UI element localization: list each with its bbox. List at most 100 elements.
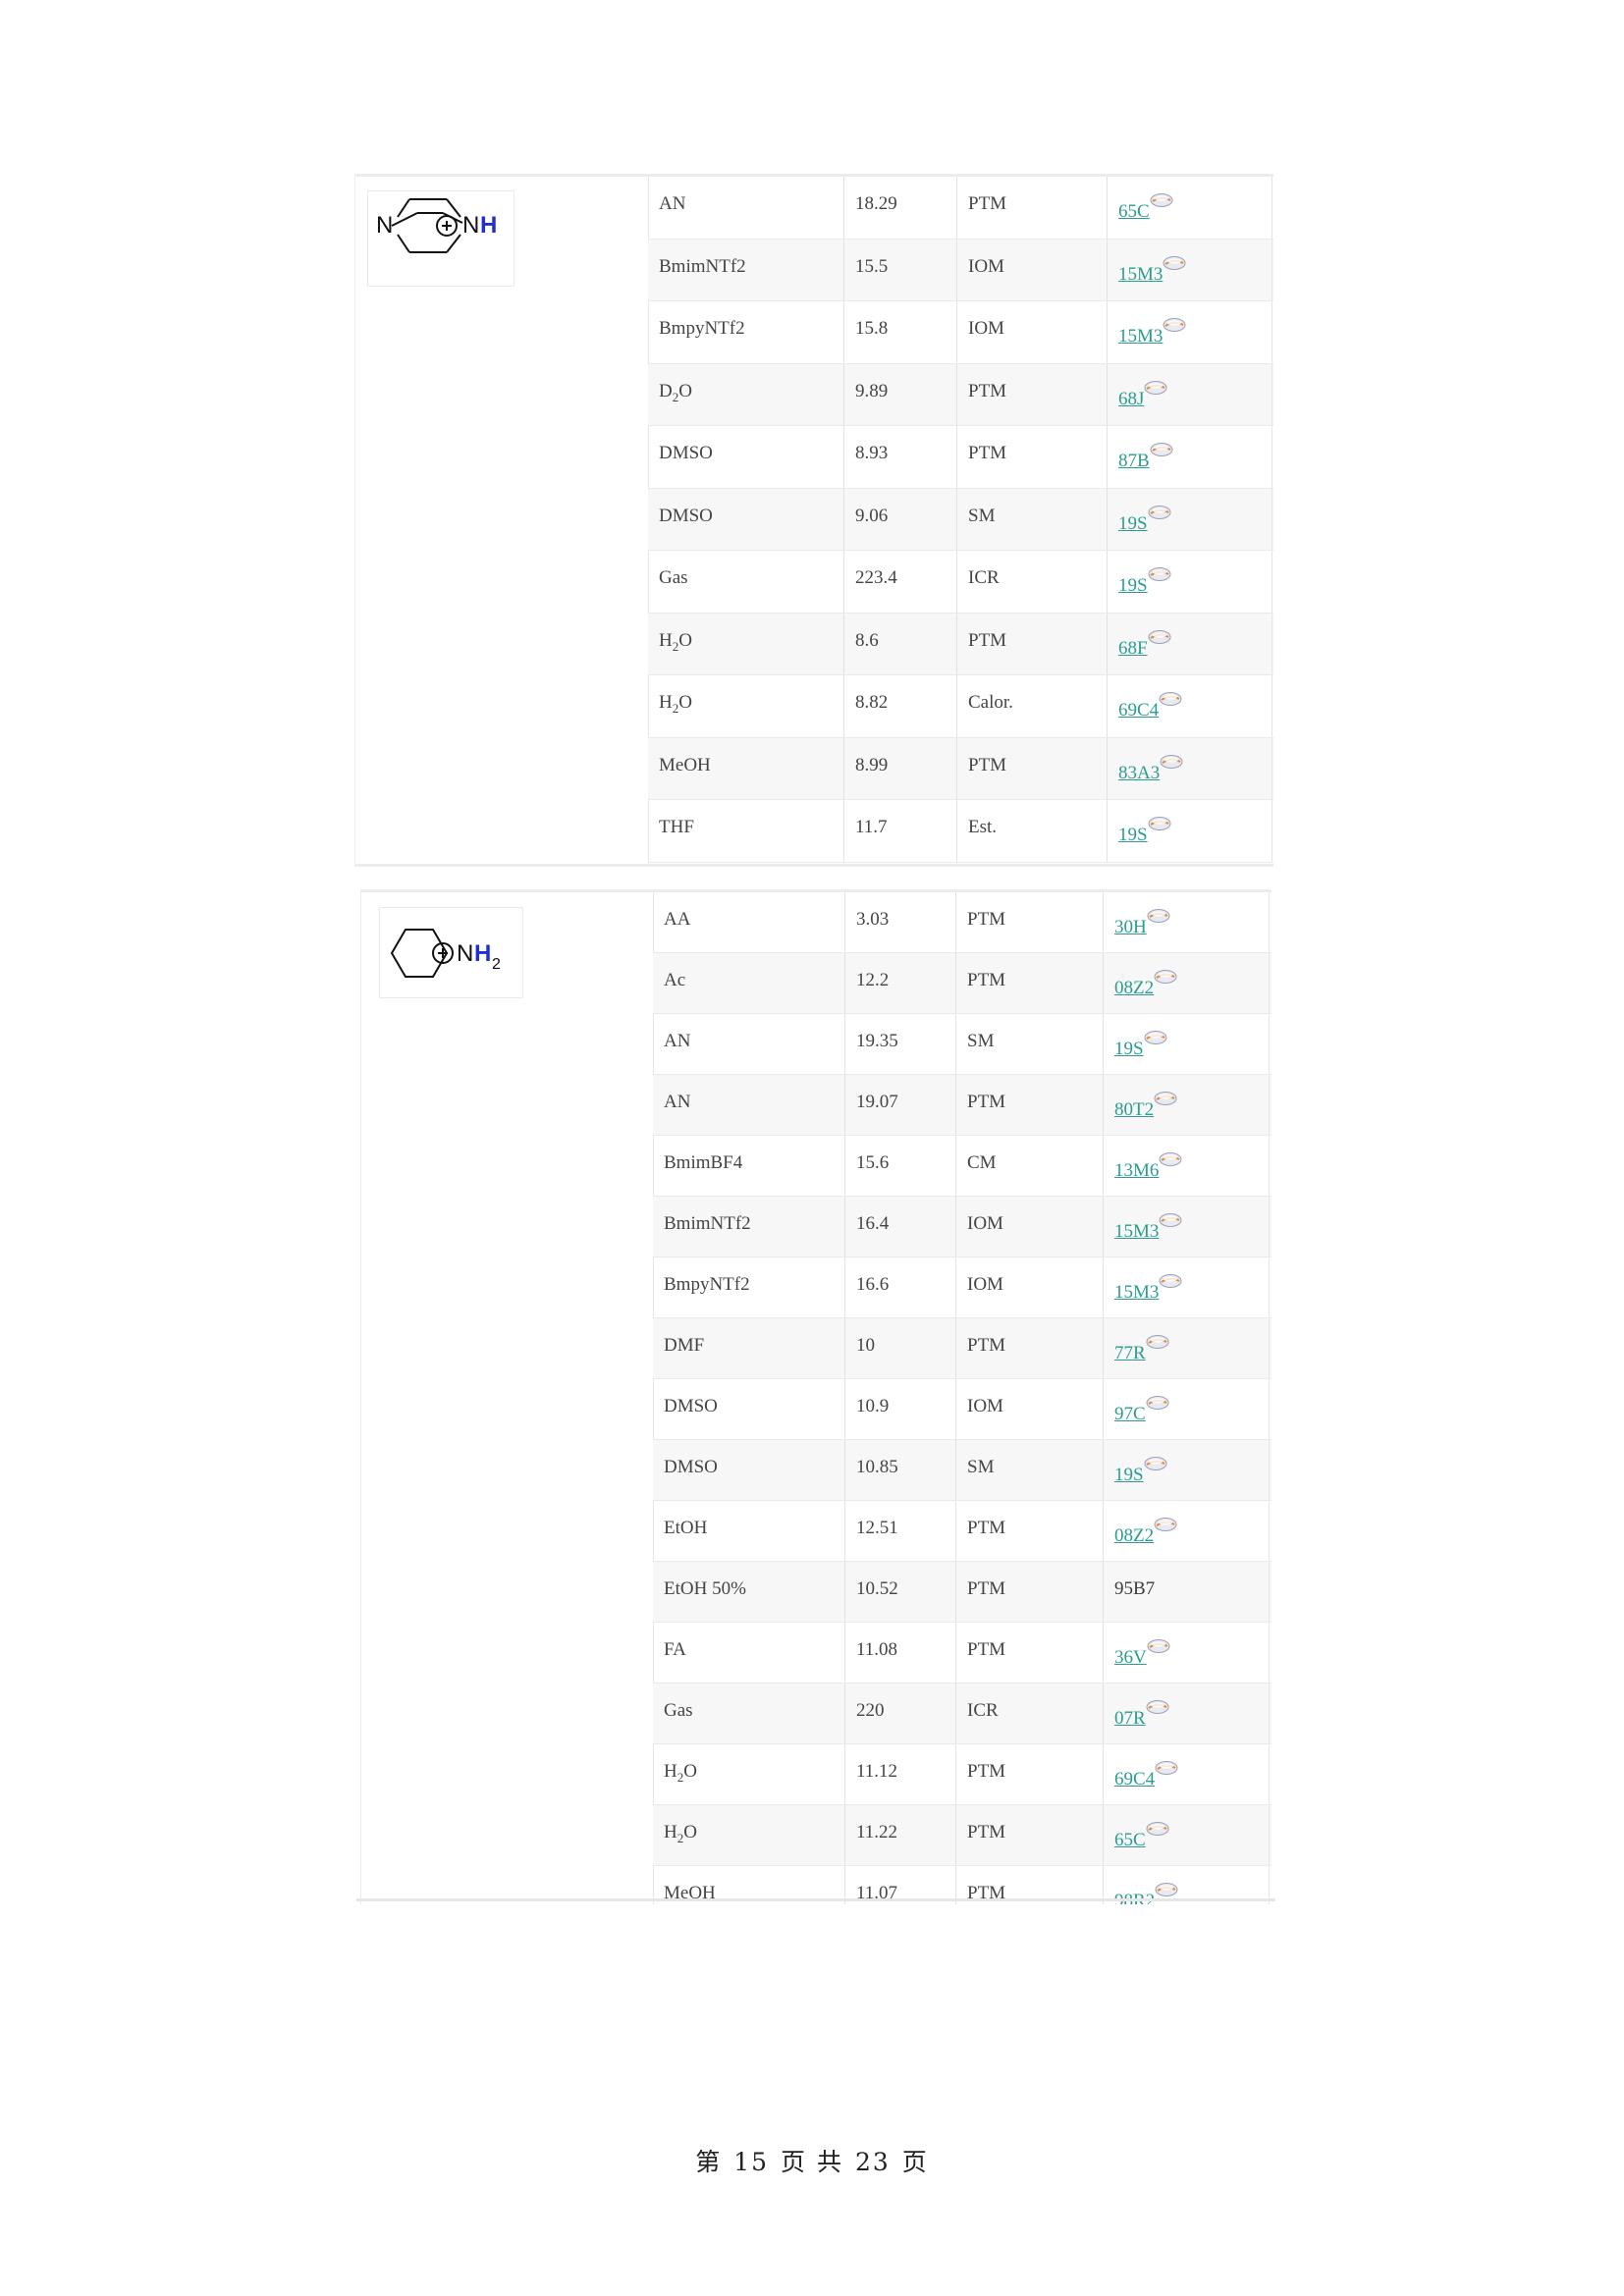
reference-cell[interactable]: 68J bbox=[1108, 363, 1272, 425]
reference-link[interactable]: 77R bbox=[1114, 1343, 1146, 1363]
reference-link[interactable]: 19S bbox=[1118, 825, 1148, 845]
reference-link[interactable]: 98R2 bbox=[1114, 1891, 1155, 1904]
reference-link[interactable]: 65C bbox=[1114, 1830, 1146, 1850]
reference-cell[interactable]: 65C bbox=[1104, 1805, 1270, 1865]
reference-cell[interactable]: 15M3 bbox=[1108, 239, 1272, 300]
cite-icon[interactable] bbox=[1147, 816, 1172, 831]
reference-link[interactable]: 08Z2 bbox=[1114, 1525, 1154, 1546]
solvent-cell: EtOH bbox=[653, 1501, 845, 1561]
reference-cell[interactable]: 83A3 bbox=[1108, 737, 1272, 799]
reference-cell[interactable]: 19S bbox=[1104, 1440, 1270, 1500]
reference-link[interactable]: 36V bbox=[1114, 1647, 1147, 1668]
cite-icon[interactable] bbox=[1145, 1395, 1170, 1411]
reference-link[interactable]: 15M3 bbox=[1114, 1282, 1159, 1303]
reference-cell[interactable]: 68F bbox=[1108, 613, 1272, 674]
value-cell: 19.35 bbox=[845, 1014, 956, 1074]
solvent-label: H bbox=[664, 1822, 677, 1842]
cite-icon[interactable] bbox=[1158, 1273, 1183, 1289]
method-cell: PTM bbox=[957, 613, 1108, 674]
solvent-label: EtOH 50% bbox=[664, 1578, 746, 1599]
value-cell: 3.03 bbox=[845, 892, 956, 952]
reference-link[interactable]: 19S bbox=[1114, 1465, 1144, 1485]
cite-icon[interactable] bbox=[1153, 969, 1178, 985]
cite-icon[interactable] bbox=[1147, 505, 1172, 520]
reference-cell[interactable]: 15M3 bbox=[1108, 301, 1272, 363]
reference-link[interactable]: 65C bbox=[1118, 201, 1150, 222]
cite-icon[interactable] bbox=[1158, 1212, 1183, 1228]
reference-cell[interactable]: 08Z2 bbox=[1104, 953, 1270, 1013]
method-cell: ICR bbox=[956, 1683, 1104, 1743]
table-row: Ac 12.2 PTM 08Z2 bbox=[653, 953, 1272, 1014]
solvent-label: D bbox=[659, 380, 673, 401]
reference-cell[interactable]: 69C4 bbox=[1108, 675, 1272, 737]
reference-cell: 95B7 bbox=[1104, 1562, 1270, 1622]
cite-icon[interactable] bbox=[1143, 1030, 1168, 1045]
cite-icon[interactable] bbox=[1153, 1091, 1178, 1106]
reference-cell[interactable]: 15M3 bbox=[1104, 1197, 1270, 1256]
cite-icon[interactable] bbox=[1154, 1882, 1179, 1897]
solvent-tail: O bbox=[683, 1822, 697, 1842]
cite-icon[interactable] bbox=[1145, 1334, 1170, 1350]
reference-cell[interactable]: 87B bbox=[1108, 426, 1272, 488]
cite-icon[interactable] bbox=[1146, 1638, 1171, 1654]
reference-cell[interactable]: 08Z2 bbox=[1104, 1501, 1270, 1561]
reference-cell[interactable]: 19S bbox=[1108, 488, 1272, 550]
cite-icon[interactable] bbox=[1154, 1760, 1179, 1776]
cite-icon[interactable] bbox=[1158, 691, 1183, 707]
reference-cell[interactable]: 19S bbox=[1108, 551, 1272, 613]
reference-link[interactable]: 19S bbox=[1118, 513, 1148, 534]
cite-icon[interactable] bbox=[1149, 442, 1174, 457]
solvent-label: Ac bbox=[664, 970, 686, 990]
reference-link[interactable]: 08Z2 bbox=[1114, 978, 1154, 998]
reference-link[interactable]: 87B bbox=[1118, 451, 1150, 471]
reference-link[interactable]: 69C4 bbox=[1118, 700, 1159, 721]
cite-icon[interactable] bbox=[1147, 566, 1172, 582]
reference-link[interactable]: 97C bbox=[1114, 1404, 1146, 1424]
reference-link[interactable]: 15M3 bbox=[1114, 1221, 1159, 1242]
cite-icon[interactable] bbox=[1147, 629, 1172, 645]
table-row: H2O 11.22 PTM 65C bbox=[653, 1805, 1272, 1866]
footer-total-pages: 23 bbox=[854, 2148, 891, 2176]
reference-cell[interactable]: 36V bbox=[1104, 1623, 1270, 1682]
reference-cell[interactable]: 30H bbox=[1104, 892, 1270, 952]
solvent-cell: Gas bbox=[653, 1683, 845, 1743]
reference-cell[interactable]: 69C4 bbox=[1104, 1744, 1270, 1804]
cite-icon[interactable] bbox=[1162, 317, 1187, 333]
reference-cell[interactable]: 19S bbox=[1108, 800, 1272, 862]
reference-link[interactable]: 83A3 bbox=[1118, 763, 1160, 783]
cite-icon[interactable] bbox=[1159, 754, 1184, 770]
cite-icon[interactable] bbox=[1149, 192, 1174, 208]
reference-link[interactable]: 13M6 bbox=[1114, 1160, 1159, 1181]
reference-cell[interactable]: 07R bbox=[1104, 1683, 1270, 1743]
cite-icon[interactable] bbox=[1145, 1821, 1170, 1837]
reference-link[interactable]: 15M3 bbox=[1118, 326, 1163, 347]
reference-link[interactable]: 69C4 bbox=[1114, 1769, 1155, 1789]
reference-cell[interactable]: 19S bbox=[1104, 1014, 1270, 1074]
cite-icon[interactable] bbox=[1143, 1456, 1168, 1471]
reference-link[interactable]: 68J bbox=[1118, 389, 1144, 409]
cite-icon[interactable] bbox=[1145, 1699, 1170, 1715]
reference-link[interactable]: 19S bbox=[1114, 1039, 1144, 1059]
cite-icon[interactable] bbox=[1146, 908, 1171, 924]
reference-link[interactable]: 80T2 bbox=[1114, 1099, 1154, 1120]
reference-cell[interactable]: 65C bbox=[1108, 177, 1272, 239]
reference-link[interactable]: 19S bbox=[1118, 575, 1148, 596]
solvent-label: AA bbox=[664, 909, 691, 930]
value-cell: 223.4 bbox=[844, 551, 957, 613]
solvent-tail: O bbox=[678, 380, 692, 401]
reference-cell[interactable]: 97C bbox=[1104, 1379, 1270, 1439]
reference-link[interactable]: 30H bbox=[1114, 917, 1147, 937]
reference-cell[interactable]: 15M3 bbox=[1104, 1257, 1270, 1317]
reference-cell[interactable]: 13M6 bbox=[1104, 1136, 1270, 1196]
cite-icon[interactable] bbox=[1158, 1151, 1183, 1167]
cite-icon[interactable] bbox=[1153, 1517, 1178, 1532]
method-cell: SM bbox=[956, 1440, 1104, 1500]
reference-link[interactable]: 07R bbox=[1114, 1708, 1146, 1729]
reference-cell[interactable]: 80T2 bbox=[1104, 1075, 1270, 1135]
reference-link[interactable]: 15M3 bbox=[1118, 264, 1163, 285]
cite-icon[interactable] bbox=[1162, 255, 1187, 271]
reference-cell[interactable]: 77R bbox=[1104, 1318, 1270, 1378]
cite-icon[interactable] bbox=[1143, 380, 1168, 396]
solvent-cell: BmimNTf2 bbox=[648, 239, 844, 300]
reference-link[interactable]: 68F bbox=[1118, 638, 1148, 659]
